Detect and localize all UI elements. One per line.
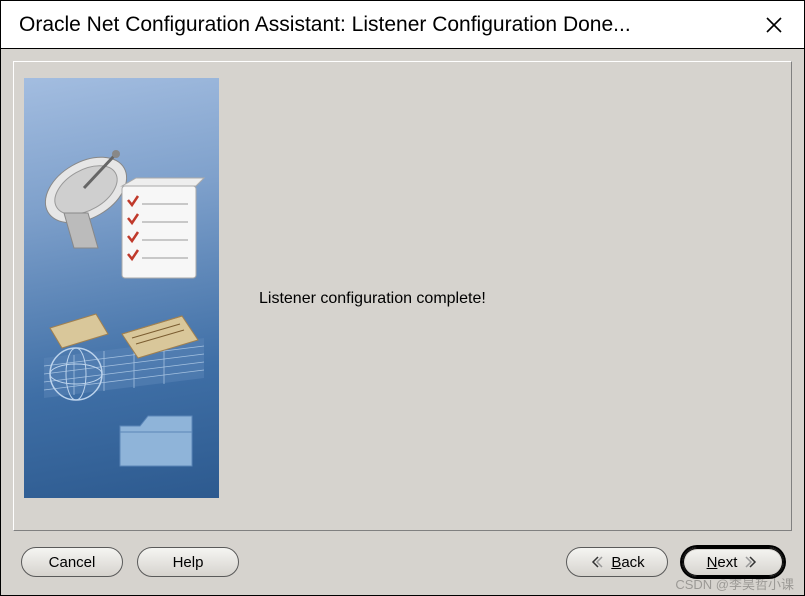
dialog-window: Oracle Net Configuration Assistant: List… <box>0 0 805 596</box>
chevron-left-icon <box>589 556 603 568</box>
back-button[interactable]: Back <box>566 547 668 577</box>
next-label: Next <box>707 554 738 571</box>
back-label: Back <box>611 554 644 571</box>
titlebar: Oracle Net Configuration Assistant: List… <box>1 1 804 49</box>
wizard-banner <box>24 78 219 498</box>
chevron-right-icon <box>745 556 759 568</box>
help-button[interactable]: Help <box>137 547 239 577</box>
message-area: Listener configuration complete! <box>219 78 781 520</box>
close-button[interactable] <box>754 5 794 45</box>
help-label: Help <box>173 554 204 571</box>
close-icon <box>766 17 782 33</box>
button-bar: Cancel Help Back Next <box>13 531 792 583</box>
banner-illustration <box>24 78 219 498</box>
next-button[interactable]: Next <box>682 547 784 577</box>
window-title: Oracle Net Configuration Assistant: List… <box>19 13 754 37</box>
cancel-button[interactable]: Cancel <box>21 547 123 577</box>
dialog-body: Listener configuration complete! Cancel … <box>1 49 804 595</box>
content-area: Listener configuration complete! <box>13 61 792 531</box>
cancel-label: Cancel <box>49 554 96 571</box>
status-message: Listener configuration complete! <box>259 290 486 308</box>
